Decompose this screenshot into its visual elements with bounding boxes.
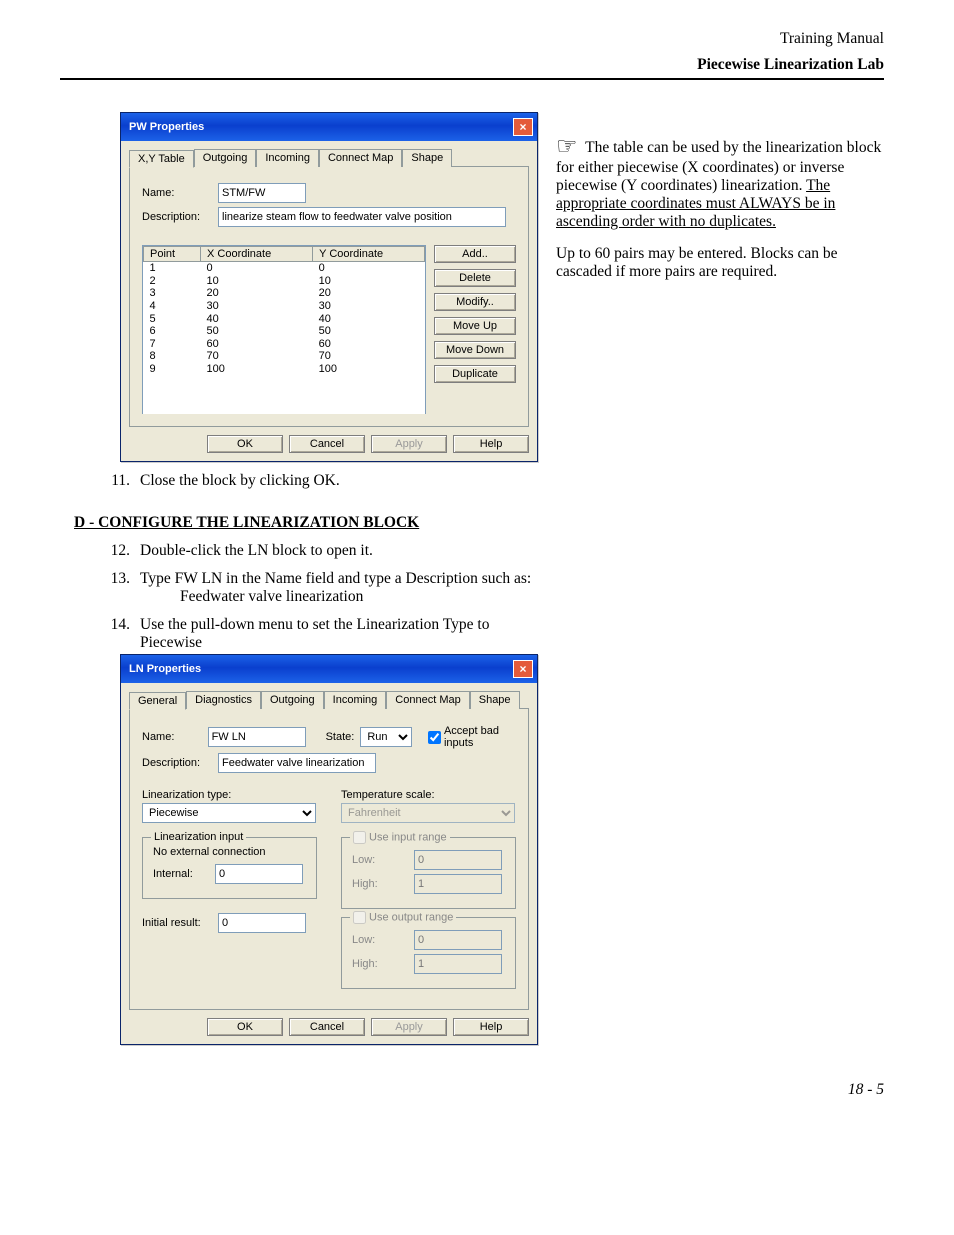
xy-table[interactable]: Point X Coordinate Y Coordinate 10021010… (142, 245, 426, 414)
col-y[interactable]: Y Coordinate (313, 247, 425, 262)
input-low (414, 850, 502, 870)
use-input-range-group: Use input range Low: High: (341, 837, 516, 909)
table-row[interactable]: 9100100 (144, 363, 425, 376)
pw-desc-input[interactable] (218, 207, 506, 227)
help-button[interactable]: Help (453, 435, 529, 453)
tab-incoming[interactable]: Incoming (324, 691, 387, 709)
no-external-connection: No external connection (153, 846, 306, 858)
apply-button[interactable]: Apply (371, 1018, 447, 1036)
initial-result-input[interactable] (218, 913, 306, 933)
step-11: 11. Close the block by clicking OK. (102, 472, 884, 490)
initial-result-label: Initial result: (142, 917, 212, 929)
cancel-button[interactable]: Cancel (289, 1018, 365, 1036)
temp-scale-select: Fahrenheit (341, 803, 515, 823)
side-note: ☞ The table can be used by the lineariza… (556, 112, 884, 462)
lin-type-select[interactable]: Piecewise (142, 803, 316, 823)
tab-shape[interactable]: Shape (402, 149, 452, 167)
ln-titlebar[interactable]: LN Properties × (121, 655, 537, 683)
pw-desc-label: Description: (142, 211, 212, 223)
tab-outgoing[interactable]: Outgoing (194, 149, 257, 167)
tab-connect-map[interactable]: Connect Map (386, 691, 469, 709)
ln-properties-dialog: LN Properties × General Diagnostics Outg… (120, 654, 538, 1045)
sidenote-p1a: The table can be used by the linearizati… (556, 139, 881, 194)
close-icon[interactable]: × (513, 660, 533, 678)
accept-bad-inputs-checkbox[interactable] (428, 731, 441, 744)
pw-name-label: Name: (142, 187, 212, 199)
col-x[interactable]: X Coordinate (201, 247, 313, 262)
use-input-range-checkbox (353, 831, 366, 844)
move-up-button[interactable]: Move Up (434, 317, 516, 335)
ln-desc-label: Description: (142, 757, 212, 769)
table-row[interactable]: 43030 (144, 300, 425, 313)
ln-title: LN Properties (129, 663, 201, 675)
tab-general[interactable]: General (129, 692, 186, 710)
page-footer: 18 - 5 (60, 1081, 884, 1099)
move-down-button[interactable]: Move Down (434, 341, 516, 359)
accept-bad-inputs[interactable]: Accept bad inputs (428, 725, 516, 749)
ln-tabs: General Diagnostics Outgoing Incoming Co… (129, 691, 529, 709)
pw-title: PW Properties (129, 121, 204, 133)
use-output-range-group: Use output range Low: High: (341, 917, 516, 989)
output-high (414, 954, 502, 974)
temp-scale-label: Temperature scale: (341, 789, 516, 801)
tab-outgoing[interactable]: Outgoing (261, 691, 324, 709)
duplicate-button[interactable]: Duplicate (434, 365, 516, 383)
pointing-hand-icon: ☞ (556, 132, 578, 161)
tab-incoming[interactable]: Incoming (256, 149, 319, 167)
output-low (414, 930, 502, 950)
delete-button[interactable]: Delete (434, 269, 516, 287)
section-d-heading: D - CONFIGURE THE LINEARIZATION BLOCK (74, 514, 884, 532)
step-13: 13. Type FW LN in the Name field and typ… (102, 570, 884, 606)
table-row[interactable]: 21010 (144, 275, 425, 288)
ok-button[interactable]: OK (207, 435, 283, 453)
tab-shape[interactable]: Shape (470, 691, 520, 709)
pw-titlebar[interactable]: PW Properties × (121, 113, 537, 141)
ln-state-label: State: (326, 731, 355, 743)
table-row[interactable]: 65050 (144, 325, 425, 338)
use-output-range-checkbox (353, 911, 366, 924)
table-row[interactable]: 76060 (144, 338, 425, 351)
page-header: Training Manual Piecewise Linearization … (60, 30, 884, 80)
input-high (414, 874, 502, 894)
linearization-input-group: Linearization input No external connecti… (142, 837, 317, 899)
tab-xy-table[interactable]: X,Y Table (129, 150, 194, 168)
ln-state-select[interactable]: Run (360, 727, 412, 747)
tab-diagnostics[interactable]: Diagnostics (186, 691, 261, 709)
ln-name-label: Name: (142, 731, 202, 743)
header-title: Training Manual (60, 30, 884, 48)
pw-tabs: X,Y Table Outgoing Incoming Connect Map … (129, 149, 529, 167)
ln-desc-input[interactable] (218, 753, 376, 773)
step-14: 14. Use the pull-down menu to set the Li… (102, 616, 884, 652)
internal-label: Internal: (153, 868, 209, 880)
cancel-button[interactable]: Cancel (289, 435, 365, 453)
ln-name-input[interactable] (208, 727, 306, 747)
col-point[interactable]: Point (144, 247, 201, 262)
table-row[interactable]: 100 (144, 262, 425, 275)
pw-properties-dialog: PW Properties × X,Y Table Outgoing Incom… (120, 112, 538, 462)
table-row[interactable]: 32020 (144, 287, 425, 300)
help-button[interactable]: Help (453, 1018, 529, 1036)
add-button[interactable]: Add.. (434, 245, 516, 263)
lin-type-label: Linearization type: (142, 789, 317, 801)
tab-connect-map[interactable]: Connect Map (319, 149, 402, 167)
sidenote-p2: Up to 60 pairs may be entered. Blocks ca… (556, 245, 884, 281)
step-12: 12. Double-click the LN block to open it… (102, 542, 884, 560)
header-subtitle: Piecewise Linearization Lab (60, 56, 884, 74)
close-icon[interactable]: × (513, 118, 533, 136)
modify-button[interactable]: Modify.. (434, 293, 516, 311)
table-row[interactable]: 54040 (144, 313, 425, 326)
ok-button[interactable]: OK (207, 1018, 283, 1036)
apply-button[interactable]: Apply (371, 435, 447, 453)
table-row[interactable]: 87070 (144, 350, 425, 363)
internal-input[interactable] (215, 864, 303, 884)
pw-name-input[interactable] (218, 183, 306, 203)
